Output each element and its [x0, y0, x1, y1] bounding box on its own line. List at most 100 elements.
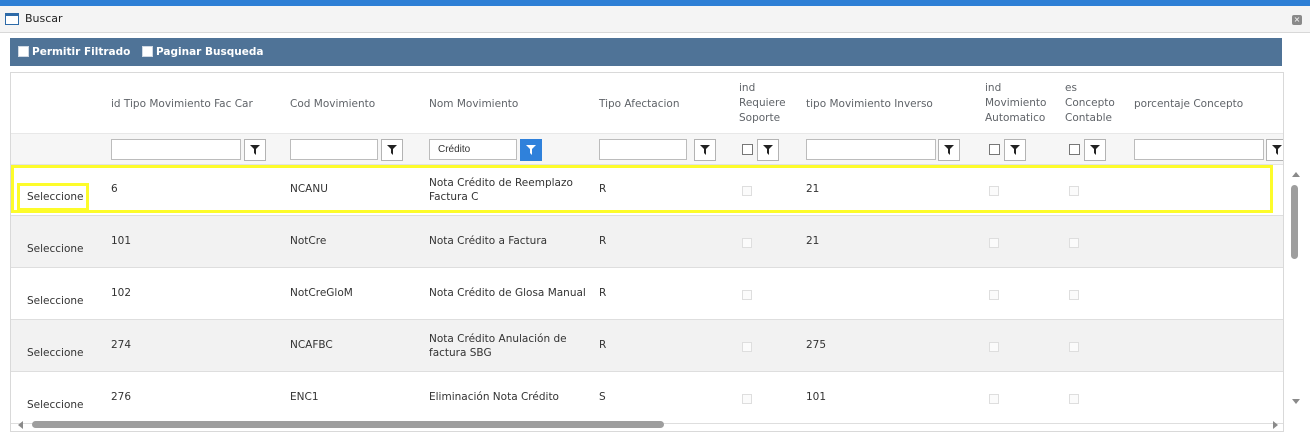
vertical-scroll-thumb[interactable] — [1291, 185, 1298, 259]
window-titlebar: Buscar × — [0, 6, 1310, 33]
cell-tipo-afect: S — [599, 391, 606, 403]
results-grid: id Tipo Movimiento Fac Car Cod Movimient… — [10, 72, 1284, 432]
column-ind-movimiento-line3: Automatico — [985, 112, 1046, 124]
filter-id-button[interactable] — [244, 139, 266, 161]
cell-tipo-inverso: 21 — [806, 183, 820, 195]
cell-cod: NCAFBC — [290, 339, 333, 351]
cell-es-concepto-checkbox — [1069, 394, 1079, 404]
filter-icon — [1010, 145, 1020, 155]
cell-tipo-afect: R — [599, 235, 607, 247]
filter-tipo-afect-button[interactable] — [694, 139, 716, 161]
filter-tipo-inverso-button[interactable] — [938, 139, 960, 161]
scroll-right-icon[interactable] — [1273, 421, 1278, 429]
column-cod-movimiento[interactable]: Cod Movimiento — [290, 97, 375, 112]
cell-nom: Nota Crédito Anulación de factura SBG — [429, 332, 567, 360]
filter-icon — [763, 145, 773, 155]
cell-nom-line1: Nota Crédito de Reemplazo — [429, 177, 573, 189]
filter-ind-movimiento-checkbox[interactable] — [989, 144, 1000, 155]
column-es-concepto-contable[interactable]: es Concepto Contable — [1065, 81, 1120, 126]
grid-toolbar: Permitir Filtrado Paginar Busqueda — [10, 38, 1282, 66]
cell-cod: NotCreGloM — [290, 287, 353, 299]
filter-tipo-afect-input[interactable] — [599, 139, 687, 160]
cell-ind-requiere-checkbox — [742, 290, 752, 300]
cell-ind-requiere-checkbox — [742, 394, 752, 404]
table-row: Seleccione 102 NotCreGloM Nota Crédito d… — [11, 268, 1283, 320]
grid-rows: Seleccione 6 NCANU Nota Crédito de Reemp… — [11, 164, 1283, 424]
scroll-left-icon[interactable] — [18, 421, 23, 429]
select-link[interactable]: Seleccione — [27, 295, 84, 307]
filter-icon — [526, 145, 536, 155]
filter-icon — [250, 145, 260, 155]
scroll-up-icon[interactable] — [1292, 172, 1300, 177]
filter-row — [11, 133, 1283, 165]
cell-id: 276 — [111, 391, 132, 403]
column-id-tipo[interactable]: id Tipo Movimiento Fac Car — [111, 97, 253, 112]
column-nom-movimiento[interactable]: Nom Movimiento — [429, 97, 518, 112]
filter-nom-input[interactable] — [429, 139, 517, 160]
filter-ind-movimiento-button[interactable] — [1004, 139, 1026, 161]
column-porcentaje-concepto[interactable]: porcentaje Concepto — [1134, 97, 1243, 112]
allow-filter-label: Permitir Filtrado — [32, 46, 131, 58]
column-tipo-afectacion[interactable]: Tipo Afectacion — [599, 97, 680, 112]
filter-porcentaje-input[interactable] — [1134, 139, 1264, 160]
filter-tipo-inverso-input[interactable] — [806, 139, 936, 160]
horizontal-scrollbar[interactable] — [10, 418, 1282, 430]
column-ind-movimiento-line2: Movimiento — [985, 97, 1047, 109]
cell-ind-movimiento-checkbox — [989, 394, 999, 404]
cell-nom: Nota Crédito a Factura — [429, 235, 548, 247]
select-link[interactable]: Seleccione — [27, 347, 84, 359]
column-es-concepto-line1: es — [1065, 82, 1077, 94]
vertical-scrollbar[interactable] — [1284, 168, 1300, 408]
cell-ind-movimiento-checkbox — [989, 290, 999, 300]
filter-porcentaje-button[interactable] — [1266, 139, 1283, 161]
table-row: Seleccione 276 ENC1 Eliminación Nota Cré… — [11, 372, 1283, 424]
cell-cod: NCANU — [290, 183, 328, 195]
paginate-label: Paginar Busqueda — [156, 46, 264, 58]
cell-es-concepto-checkbox — [1069, 290, 1079, 300]
cell-es-concepto-checkbox — [1069, 342, 1079, 352]
grid-header: id Tipo Movimiento Fac Car Cod Movimient… — [11, 73, 1283, 133]
column-ind-movimiento-automatico[interactable]: ind Movimiento Automatico — [985, 81, 1047, 126]
cell-id: 101 — [111, 235, 132, 247]
filter-icon — [387, 145, 397, 155]
select-link[interactable]: Seleccione — [27, 191, 84, 203]
window-title: Buscar — [25, 12, 63, 25]
cell-ind-movimiento-checkbox — [989, 186, 999, 196]
filter-id-input[interactable] — [111, 139, 241, 160]
select-link[interactable]: Seleccione — [27, 243, 84, 255]
window-icon — [5, 13, 19, 25]
cell-tipo-inverso: 21 — [806, 235, 820, 247]
filter-ind-requiere-checkbox[interactable] — [742, 144, 753, 155]
column-ind-requiere-line1: ind — [739, 82, 756, 94]
filter-icon — [1272, 145, 1282, 155]
cell-nom-line1: Nota Crédito Anulación de — [429, 333, 567, 345]
cell-nom-line2: Factura C — [429, 191, 479, 203]
filter-es-concepto-checkbox[interactable] — [1069, 144, 1080, 155]
horizontal-scroll-thumb[interactable] — [32, 421, 664, 428]
select-link[interactable]: Seleccione — [27, 399, 84, 411]
column-tipo-inverso[interactable]: tipo Movimiento Inverso — [806, 97, 933, 112]
filter-nom-button[interactable] — [520, 139, 542, 161]
cell-ind-requiere-checkbox — [742, 342, 752, 352]
cell-id: 274 — [111, 339, 132, 351]
paginate-checkbox[interactable] — [142, 46, 153, 57]
column-ind-requiere-soporte[interactable]: ind Requiere Soporte — [739, 81, 789, 126]
cell-cod: NotCre — [290, 235, 327, 247]
filter-ind-requiere-button[interactable] — [757, 139, 779, 161]
filter-cod-button[interactable] — [381, 139, 403, 161]
cell-nom-line2: factura SBG — [429, 347, 492, 359]
filter-cod-input[interactable] — [290, 139, 378, 160]
scroll-down-icon[interactable] — [1292, 399, 1300, 404]
close-icon[interactable]: × — [1292, 15, 1302, 25]
cell-tipo-afect: R — [599, 339, 607, 351]
table-row: Seleccione 101 NotCre Nota Crédito a Fac… — [11, 216, 1283, 268]
cell-tipo-afect: R — [599, 287, 607, 299]
allow-filter-checkbox[interactable] — [18, 46, 29, 57]
filter-icon — [700, 145, 710, 155]
cell-ind-movimiento-checkbox — [989, 342, 999, 352]
table-row: Seleccione 6 NCANU Nota Crédito de Reemp… — [11, 164, 1283, 216]
filter-icon — [944, 145, 954, 155]
filter-es-concepto-button[interactable] — [1084, 139, 1106, 161]
column-ind-requiere-line3: Soporte — [739, 112, 781, 124]
cell-es-concepto-checkbox — [1069, 186, 1079, 196]
